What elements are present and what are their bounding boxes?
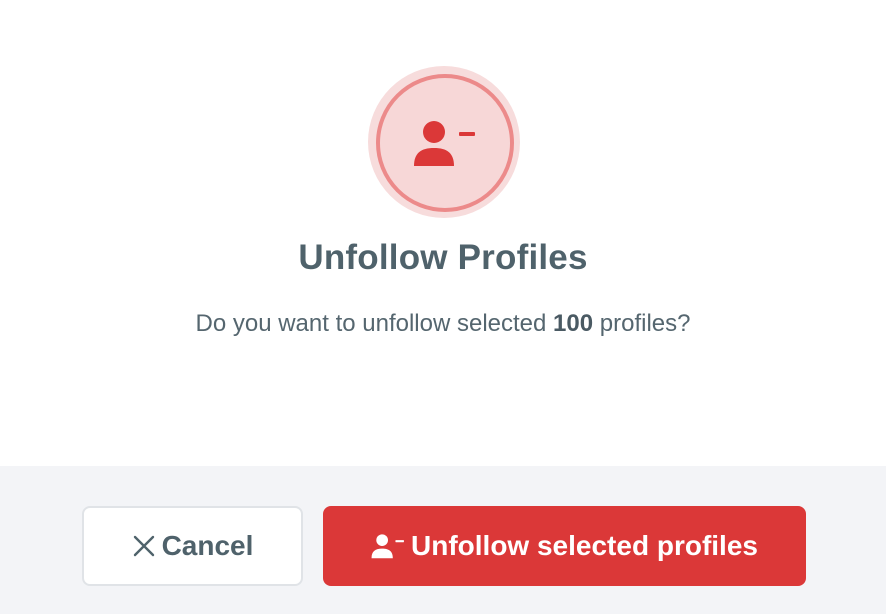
message-suffix: profiles? bbox=[593, 310, 691, 337]
dialog-icon-badge bbox=[368, 66, 520, 218]
unfollow-dialog: Unfollow Profiles Do you want to unfollo… bbox=[0, 0, 886, 614]
dialog-footer: Cancel Unfollow selected profiles bbox=[0, 466, 886, 614]
message-prefix: Do you want to unfollow selected bbox=[195, 310, 554, 337]
dialog-icon-ring bbox=[376, 74, 514, 212]
user-minus-icon bbox=[414, 121, 475, 166]
dialog-body: Unfollow Profiles Do you want to unfollo… bbox=[0, 0, 886, 466]
user-minus-icon bbox=[371, 533, 405, 559]
cancel-button[interactable]: Cancel bbox=[82, 506, 303, 586]
dialog-title: Unfollow Profiles bbox=[298, 238, 588, 277]
unfollow-selected-button[interactable]: Unfollow selected profiles bbox=[323, 506, 806, 586]
dialog-message: Do you want to unfollow selected 100 pro… bbox=[0, 310, 886, 338]
unfollow-button-label: Unfollow selected profiles bbox=[411, 530, 758, 561]
cancel-button-label: Cancel bbox=[161, 530, 254, 561]
selected-count: 100 bbox=[553, 310, 594, 337]
close-icon bbox=[132, 534, 156, 558]
